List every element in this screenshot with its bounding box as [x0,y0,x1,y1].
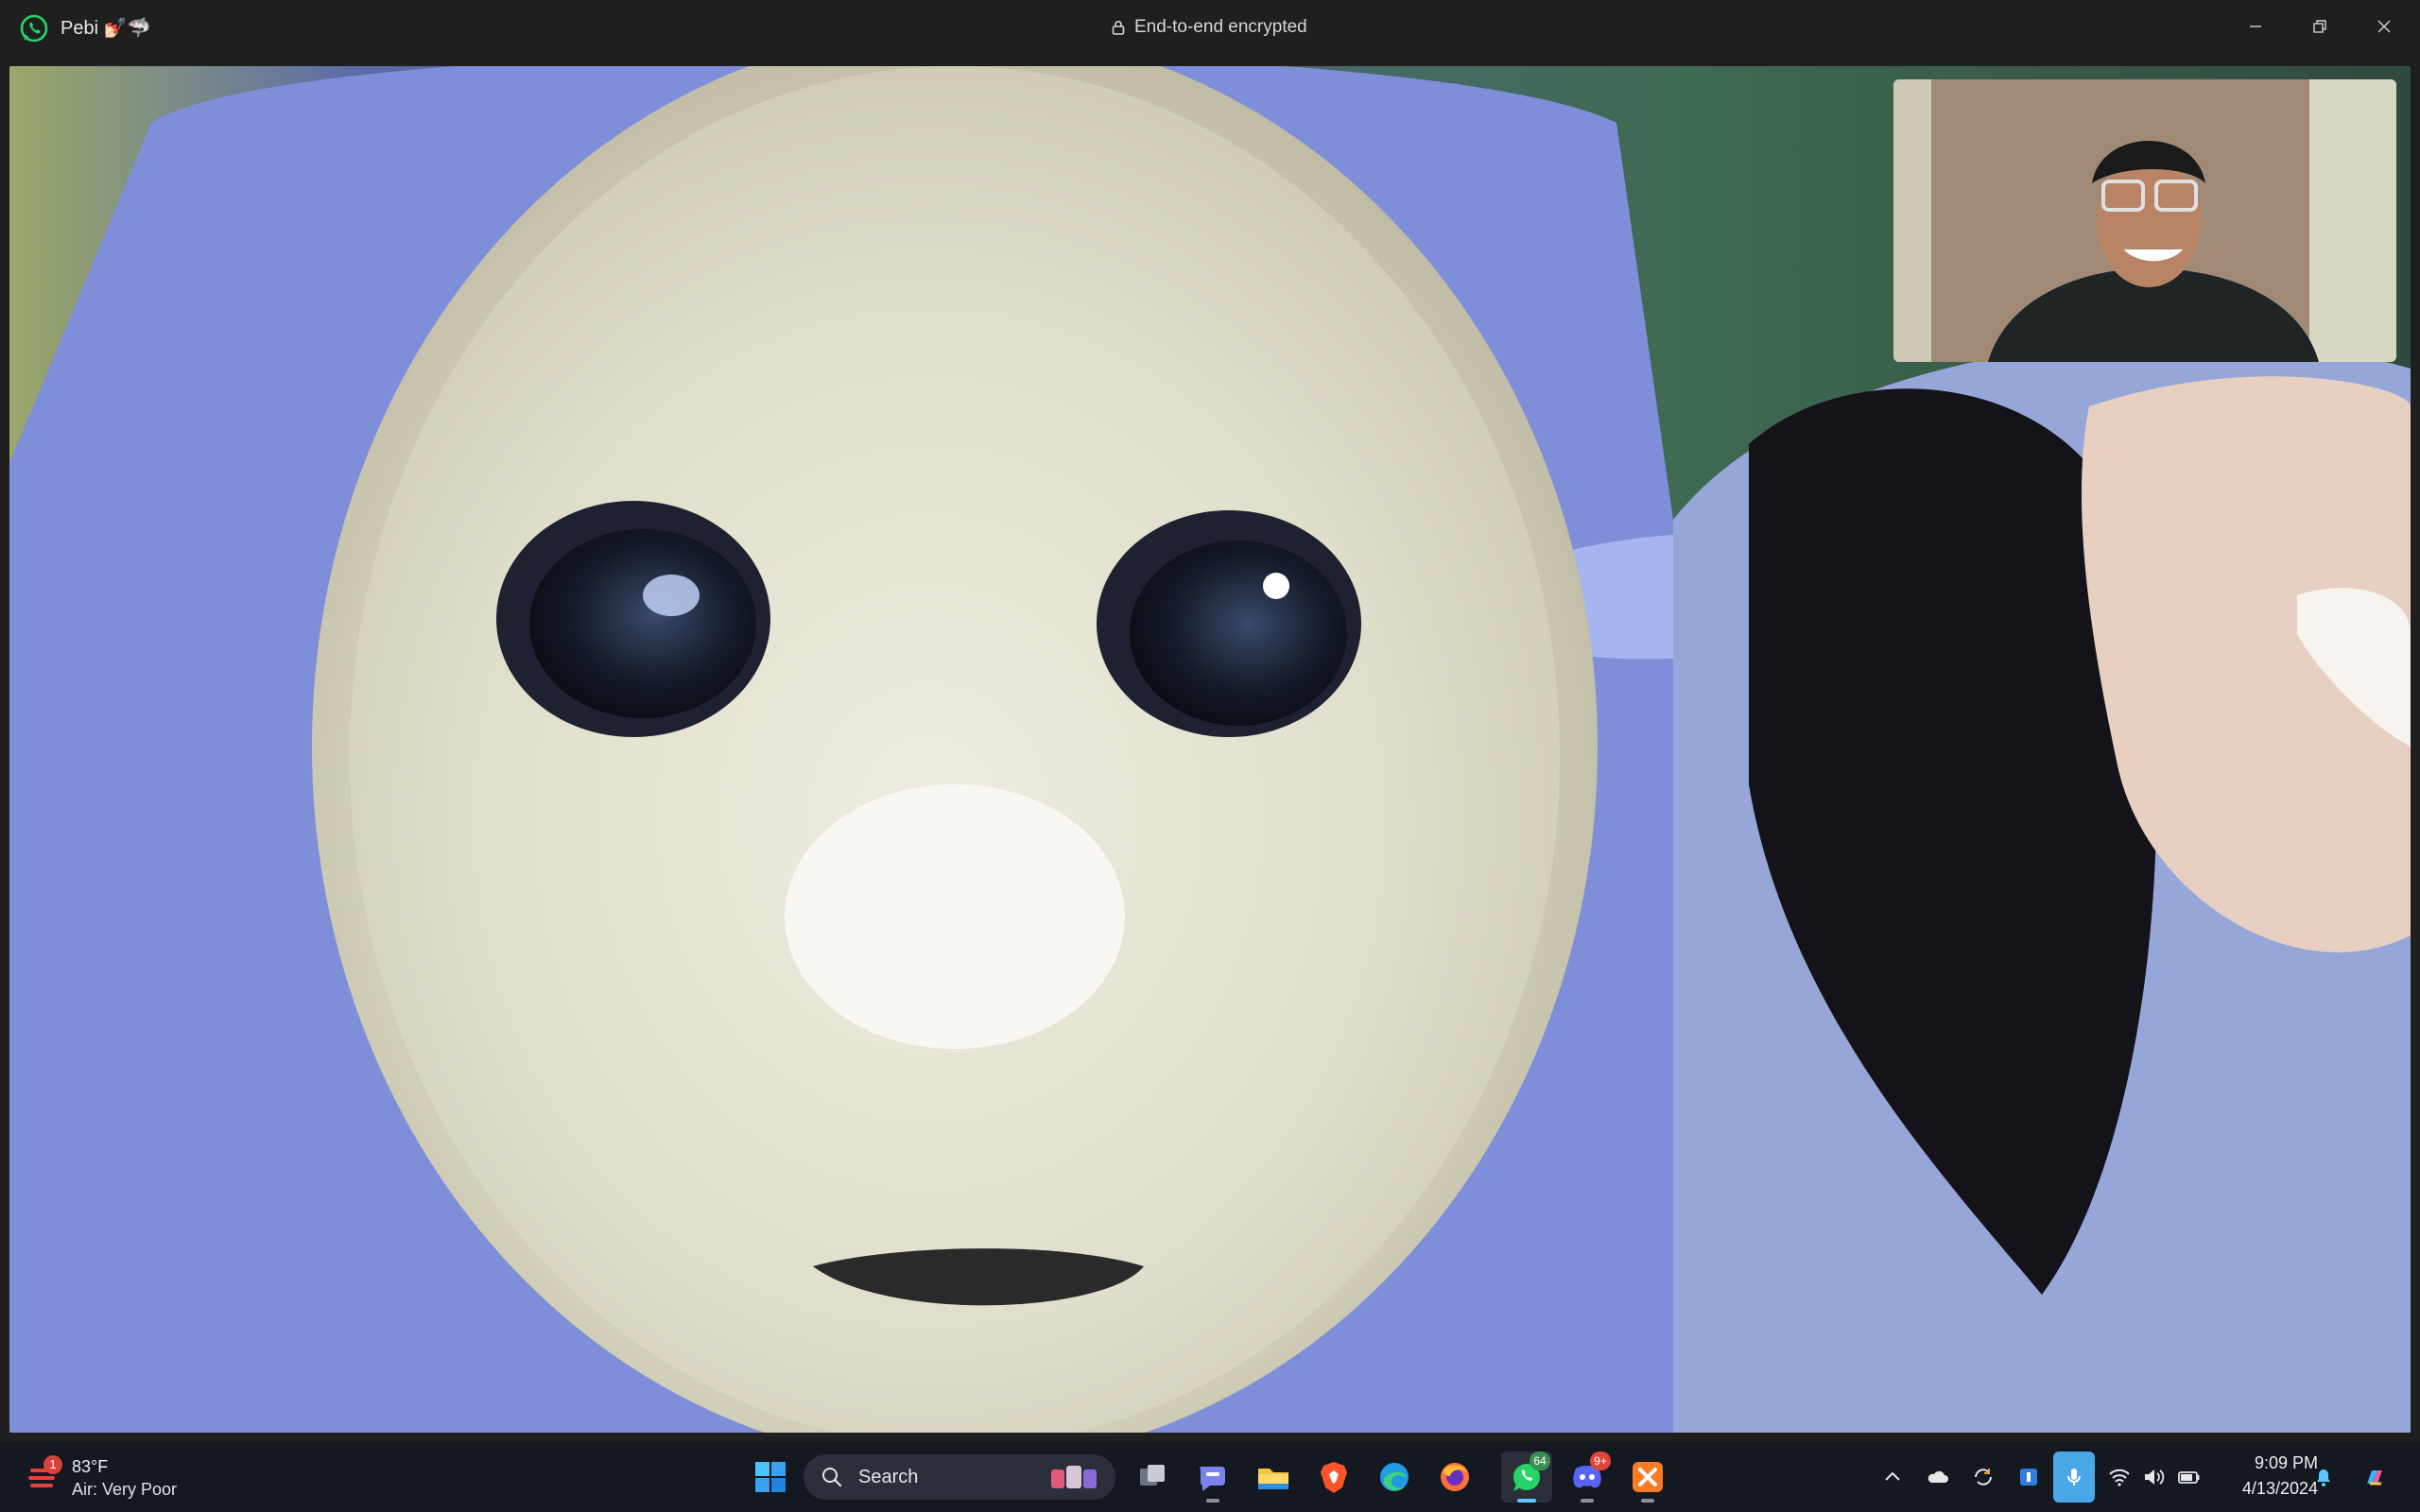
volume-button[interactable] [2138,1452,2169,1503]
weather-widget[interactable]: 1 83°F Air: Very Poor [23,1452,212,1503]
sync-tray-button[interactable] [1966,1452,2000,1503]
wifi-icon [2109,1469,2130,1486]
weather-badge: 1 [43,1455,62,1474]
microphone-in-use-button[interactable] [2053,1452,2095,1503]
encryption-label: End-to-end encrypted [1134,17,1307,37]
bell-icon [2317,1469,2330,1486]
clock[interactable]: 9:09 PM 4/13/2024 [2214,1453,2318,1499]
discord-badge: 9+ [1590,1452,1611,1470]
discord-button[interactable]: 9+ [1562,1452,1613,1503]
file-explorer-button[interactable] [1248,1452,1299,1503]
restore-button[interactable] [2291,6,2348,47]
copilot-button[interactable] [2354,1452,2395,1503]
brave-browser-button[interactable] [1308,1452,1359,1503]
firefox-button[interactable] [1429,1452,1480,1503]
taskbar-search[interactable]: Search [804,1454,1115,1500]
search-highlight-icon [1051,1466,1097,1488]
whatsapp-button[interactable]: 64 [1501,1452,1552,1503]
title-bar: Pebi 💅🏻🦈 End-to-end encrypted [0,0,2420,57]
running-indicator [1206,1499,1219,1503]
minimize-icon [2250,26,2261,27]
start-button[interactable] [745,1452,796,1503]
teams-chat-icon [1200,1467,1225,1491]
onedrive-tray-button[interactable] [1921,1452,1955,1503]
battery-button[interactable] [2172,1452,2206,1503]
microphone-icon [2067,1469,2081,1486]
air-quality-label: Air: Very Poor [72,1480,178,1499]
encryption-status: End-to-end encrypted [1112,17,1307,38]
windows-start-icon [755,1462,786,1492]
lock-icon [1112,21,1125,35]
edge-browser-button[interactable] [1369,1452,1420,1503]
running-indicator [1517,1499,1536,1503]
clock-time: 9:09 PM [2254,1453,2318,1472]
app-tray-button[interactable] [2012,1452,2046,1503]
firefox-icon [1441,1463,1469,1491]
copilot-icon [2367,1470,2382,1486]
blue-app-icon [2020,1469,2037,1486]
search-icon [822,1468,842,1487]
teams-chat-button[interactable] [1187,1452,1238,1503]
running-indicator [1641,1499,1654,1503]
task-view-button[interactable] [1127,1452,1178,1503]
edge-browser-icon [1380,1463,1409,1491]
minimize-button[interactable] [2227,6,2284,47]
local-camera-preview [1893,79,2396,362]
xampp-button[interactable] [1622,1452,1673,1503]
restore-icon [2313,20,2326,33]
cloud-icon [1927,1470,1948,1483]
close-icon [2377,20,2391,33]
whatsapp-badge: 64 [1530,1452,1550,1470]
show-hidden-icons-button[interactable] [1876,1452,1910,1503]
temperature: 83°F [72,1457,109,1476]
whatsapp-logo-icon [19,13,49,43]
xampp-icon [1633,1462,1663,1492]
file-explorer-icon [1258,1469,1288,1489]
taskbar: 1 83°F Air: Very Poor Search 64 9+ 9:09 … [0,1442,2420,1512]
search-label: Search [858,1467,919,1487]
task-view-icon [1140,1465,1165,1486]
clock-date: 4/13/2024 [2241,1479,2318,1498]
battery-icon [2178,1471,2200,1484]
notifications-button[interactable] [2307,1452,2341,1503]
close-button[interactable] [2356,6,2412,47]
running-indicator [1581,1499,1594,1503]
self-view-preview[interactable] [1893,79,2396,362]
speaker-icon [2145,1469,2165,1485]
contact-name[interactable]: Pebi 💅🏻🦈 [60,16,150,40]
sync-icon [1975,1469,1992,1486]
chevron-up-icon [1885,1471,1900,1481]
wifi-button[interactable] [2104,1452,2135,1503]
brave-browser-icon [1321,1462,1347,1493]
